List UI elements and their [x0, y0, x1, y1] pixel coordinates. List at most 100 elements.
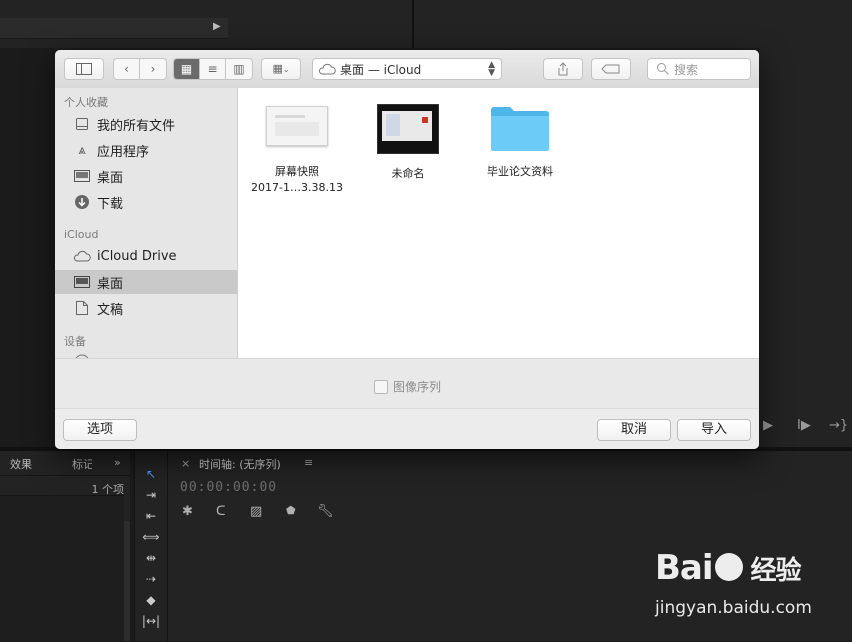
file-item-thesis-folder[interactable]: 毕业论文资料 — [464, 104, 576, 180]
cloud-icon — [73, 248, 91, 264]
project-scrollbar[interactable] — [124, 521, 130, 641]
panel-menu-icon[interactable]: ≡ — [304, 456, 313, 469]
sidebar-item-downloads[interactable]: 下载 — [55, 190, 237, 214]
tab-markers[interactable]: 标记 — [72, 456, 92, 472]
checkbox-box[interactable] — [374, 379, 388, 394]
panel-overflow-icon[interactable]: » — [114, 456, 121, 469]
sidebar-header-icloud: iCloud — [64, 228, 99, 241]
location-label: 桌面 — iCloud — [340, 62, 422, 77]
back-button[interactable]: ‹ — [114, 59, 140, 79]
project-panel-tabs: 效果 标记 » — [0, 451, 130, 476]
share-icon — [558, 62, 568, 76]
sidebar-icon — [76, 63, 92, 75]
dialog-toolbar: ‹ › ▦ ≡ ▥ ▦⌄ 桌面 — iCloud ▲ ▼ 搜索 — [55, 50, 759, 89]
tag-button[interactable] — [591, 58, 631, 80]
play-icon[interactable]: ▶ — [763, 418, 773, 433]
view-mode-segment: ▦ ≡ ▥ — [173, 58, 253, 80]
file-browser: 屏幕快照 2017-1…3.38.13 未命名 毕业论文资料 — [238, 88, 759, 358]
nav-buttons: ‹ › — [113, 58, 167, 80]
chevron-down-icon: ⌄ — [282, 65, 290, 74]
close-icon[interactable]: × — [181, 457, 190, 470]
slide-tool-icon[interactable]: |↔| — [141, 613, 161, 629]
file-name: 毕业论文资料 — [487, 165, 553, 178]
background-row — [0, 18, 228, 39]
selection-tool-icon[interactable]: ↖ — [141, 466, 161, 482]
wrench-icon[interactable]: 🔧︎ — [317, 504, 334, 519]
slip-tool-icon[interactable]: ◆ — [141, 592, 161, 608]
tag-icon — [601, 64, 620, 74]
import-button[interactable]: 导入 — [677, 419, 751, 441]
updown-icon: ▲ ▼ — [488, 60, 495, 78]
sidebar-item-all-files[interactable]: 我的所有文件 — [55, 112, 237, 136]
video-thumbnail — [377, 104, 439, 154]
sidebar-item-documents[interactable]: 文稿 — [55, 296, 237, 320]
share-button[interactable] — [543, 58, 583, 80]
options-area: 图像序列 — [55, 358, 759, 409]
file-item-screenshot[interactable]: 屏幕快照 2017-1…3.38.13 — [241, 106, 353, 195]
options-button[interactable]: 选项 — [63, 419, 137, 441]
sidebar-item-applications[interactable]: ⩓ 应用程序 — [55, 138, 237, 162]
sidebar-toggle-button[interactable] — [64, 58, 104, 80]
downloads-icon — [73, 194, 91, 210]
linked-selection-icon[interactable]: ᑕ — [216, 504, 226, 519]
dialog-sidebar: 个人收藏 我的所有文件 ⩓ 应用程序 桌面 下载 iCloud iCloud D… — [55, 88, 238, 358]
marker-icon[interactable]: ⬟ — [286, 504, 296, 517]
add-marker-icon[interactable]: ▨ — [250, 504, 262, 519]
sidebar-item-icloud-desktop[interactable]: 桌面 — [55, 270, 237, 294]
arrange-button[interactable]: ▦⌄ — [261, 58, 301, 80]
background-monitor-controls: ▶ I▶ →} — [759, 48, 852, 448]
grid-icon: ▦ — [272, 62, 283, 75]
file-name: 未命名 — [391, 167, 425, 180]
cancel-button[interactable]: 取消 — [597, 419, 671, 441]
forward-button[interactable]: › — [140, 59, 166, 79]
file-name-detail: 2017-1…3.38.13 — [251, 181, 343, 194]
all-files-icon — [73, 116, 91, 132]
background-top-panel: ▶ — [0, 0, 414, 48]
timecode-display[interactable]: 00:00:00:00 — [180, 480, 277, 495]
screenshot-thumbnail — [266, 106, 328, 146]
search-field[interactable]: 搜索 — [647, 58, 751, 80]
rate-stretch-tool-icon[interactable]: ⇹ — [141, 550, 161, 566]
timeline-header: × 时间轴: (无序列) ≡ — [168, 451, 852, 475]
search-placeholder: 搜索 — [674, 62, 699, 77]
sidebar-item-icloud-drive[interactable]: iCloud Drive — [55, 244, 237, 268]
folder-icon — [490, 104, 550, 152]
step-forward-icon[interactable]: I▶ — [797, 418, 811, 433]
snap-icon[interactable]: ✱ — [182, 504, 193, 519]
watermark-url: jingyan.baidu.com — [655, 598, 812, 618]
dialog-footer: 选项 取消 导入 — [55, 408, 759, 449]
list-view-button[interactable]: ≡ — [200, 59, 226, 79]
file-name: 屏幕快照 — [275, 165, 319, 178]
project-list — [0, 495, 124, 642]
project-panel: 效果 标记 » 1 个项 — [0, 451, 130, 642]
applications-icon: ⩓ — [78, 142, 86, 158]
ripple-edit-tool-icon[interactable]: ⇤ — [141, 508, 161, 524]
icon-view-button[interactable]: ▦ — [174, 59, 200, 79]
sidebar-header-devices: 设备 — [64, 335, 86, 348]
import-dialog: ‹ › ▦ ≡ ▥ ▦⌄ 桌面 — iCloud ▲ ▼ 搜索 个人收藏 我的所有… — [55, 50, 759, 449]
location-popup[interactable]: 桌面 — iCloud ▲ ▼ — [312, 58, 502, 80]
go-to-end-icon[interactable]: →} — [829, 418, 848, 433]
timeline-title: 时间轴: (无序列) — [199, 458, 281, 471]
sidebar-header-favorites: 个人收藏 — [64, 96, 108, 109]
search-icon — [657, 63, 669, 75]
rolling-edit-tool-icon[interactable]: ⟺ — [141, 529, 161, 545]
sidebar-item-device[interactable] — [55, 350, 237, 358]
column-view-button[interactable]: ▥ — [226, 59, 252, 79]
expand-arrow-icon: ▶ — [213, 21, 221, 32]
sidebar-item-desktop[interactable]: 桌面 — [55, 164, 237, 188]
cloud-icon — [318, 63, 336, 75]
paw-icon — [714, 552, 743, 581]
checkbox-label: 图像序列 — [393, 380, 442, 394]
background-program-monitor — [414, 0, 852, 48]
tools-panel: ↖ ⇥ ⇤ ⟺ ⇹ ⇢ ◆ |↔| — [134, 451, 168, 641]
razor-tool-icon[interactable]: ⇢ — [141, 571, 161, 587]
documents-icon — [73, 300, 91, 316]
track-select-tool-icon[interactable]: ⇥ — [141, 487, 161, 503]
file-item-untitled[interactable]: 未命名 — [352, 104, 464, 182]
tab-effects[interactable]: 效果 — [10, 456, 32, 472]
desktop-icon — [73, 168, 91, 184]
desktop-icon — [73, 274, 91, 290]
baidu-logo: Bai 经验 — [655, 548, 802, 588]
image-sequence-checkbox[interactable]: 图像序列 — [374, 378, 441, 395]
